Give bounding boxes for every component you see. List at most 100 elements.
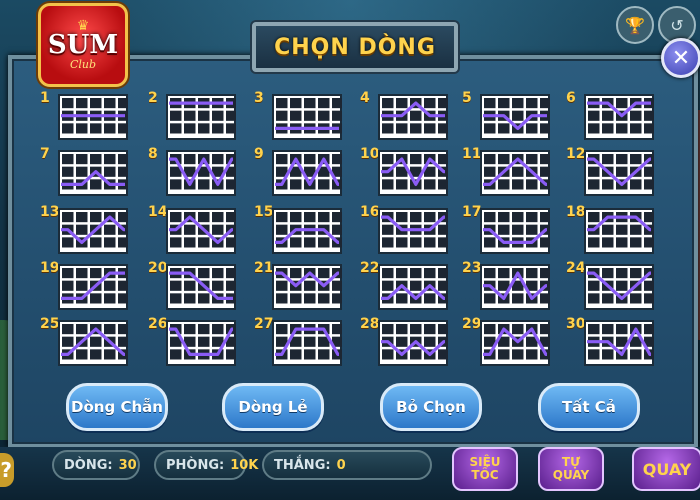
payline-27[interactable]: 27	[254, 316, 342, 366]
reel-slot	[602, 224, 614, 235]
reel-slot	[318, 212, 330, 223]
reel-slot	[198, 336, 210, 347]
even-lines-button[interactable]: Dòng Chẵn	[66, 383, 168, 431]
reel-slot	[304, 293, 316, 304]
payline-1[interactable]: 1	[40, 90, 128, 140]
reel-slot	[184, 280, 196, 291]
payline-3[interactable]: 3	[254, 90, 342, 140]
payline-10[interactable]: 10	[360, 146, 448, 196]
payline-13[interactable]: 13	[40, 204, 128, 254]
payline-22[interactable]: 22	[360, 260, 448, 310]
close-button[interactable]: ✕	[661, 38, 700, 78]
payline-card	[166, 94, 236, 140]
payline-19[interactable]: 19	[40, 260, 128, 310]
reel-slot	[382, 224, 394, 235]
reel-slot	[212, 224, 224, 235]
reel-slot	[540, 237, 550, 248]
select-all-button[interactable]: Tất Cả	[538, 383, 640, 431]
reel-slot	[498, 349, 510, 360]
payline-diagram	[584, 208, 654, 254]
payline-2[interactable]: 2	[148, 90, 236, 140]
reel-slot	[62, 237, 74, 248]
payline-8[interactable]: 8	[148, 146, 236, 196]
payline-11[interactable]: 11	[462, 146, 550, 196]
reel-slot	[90, 349, 102, 360]
payline-17[interactable]: 17	[462, 204, 550, 254]
payline-4[interactable]: 4	[360, 90, 448, 140]
reel-slot	[184, 324, 196, 335]
reel-slot	[382, 123, 394, 134]
trophy-icon[interactable]: 🏆	[616, 6, 654, 44]
payline-6[interactable]: 6	[566, 90, 654, 140]
reel-slot	[410, 110, 422, 121]
payline-diagram	[378, 264, 448, 310]
payline-7[interactable]: 7	[40, 146, 128, 196]
reel-slot	[212, 268, 224, 279]
payline-card	[584, 208, 654, 254]
reel-slot	[198, 179, 210, 190]
payline-card	[378, 320, 448, 366]
reel-slot	[332, 154, 342, 165]
payline-29[interactable]: 29	[462, 316, 550, 366]
payline-26[interactable]: 26	[148, 316, 236, 366]
payline-15[interactable]: 15	[254, 204, 342, 254]
payline-diagram	[272, 264, 342, 310]
payline-diagram	[584, 320, 654, 366]
payline-24[interactable]: 24	[566, 260, 654, 310]
spin-button[interactable]: QUAY	[632, 447, 700, 491]
payline-20[interactable]: 20	[148, 260, 236, 310]
odd-lines-button[interactable]: Dòng Lẻ	[222, 383, 324, 431]
turbo-button[interactable]: SIÊU TỐC	[452, 447, 518, 491]
deselect-button[interactable]: Bỏ Chọn	[380, 383, 482, 431]
reel-slot	[602, 268, 614, 279]
reel-slot	[410, 212, 422, 223]
payline-30[interactable]: 30	[566, 316, 654, 366]
payline-card	[272, 320, 342, 366]
reel-slot	[118, 237, 128, 248]
reel-slot	[90, 98, 102, 109]
reel-slot	[438, 324, 448, 335]
reel-slot	[588, 293, 600, 304]
reel-slot	[318, 110, 330, 121]
reel-slot	[526, 224, 538, 235]
reel-slot	[424, 336, 436, 347]
reel-slot	[90, 336, 102, 347]
payline-card	[584, 320, 654, 366]
payline-28[interactable]: 28	[360, 316, 448, 366]
payline-21[interactable]: 21	[254, 260, 342, 310]
reel-slot	[396, 179, 408, 190]
reel-slot	[630, 268, 642, 279]
reel-slot	[630, 179, 642, 190]
reel-slot	[90, 154, 102, 165]
reel-slot	[424, 268, 436, 279]
payline-card	[480, 264, 550, 310]
payline-9[interactable]: 9	[254, 146, 342, 196]
payline-23[interactable]: 23	[462, 260, 550, 310]
reel-slot	[290, 98, 302, 109]
payline-diagram	[272, 208, 342, 254]
help-button[interactable]: ?	[0, 453, 14, 487]
payline-12[interactable]: 12	[566, 146, 654, 196]
payline-25[interactable]: 25	[40, 316, 128, 366]
reel-slot	[396, 324, 408, 335]
payline-number: 26	[148, 316, 168, 332]
reel-slot	[318, 293, 330, 304]
reel-slot	[62, 98, 74, 109]
reel-slot	[630, 154, 642, 165]
payline-18[interactable]: 18	[566, 204, 654, 254]
lines-stat[interactable]: DÒNG: 30	[52, 450, 140, 480]
payline-14[interactable]: 14	[148, 204, 236, 254]
reel-slot	[396, 336, 408, 347]
reel-slot	[512, 293, 524, 304]
payline-5[interactable]: 5	[462, 90, 550, 140]
reel-slot	[276, 293, 288, 304]
auto-spin-button[interactable]: TỰ QUAY	[538, 447, 604, 491]
payline-number: 25	[40, 316, 60, 332]
spin-label: QUAY	[642, 459, 692, 479]
reel-slot	[212, 123, 224, 134]
room-stat[interactable]: PHÒNG: 10K	[154, 450, 258, 480]
reel-slot	[484, 166, 496, 177]
reel-slot	[484, 98, 496, 109]
payline-16[interactable]: 16	[360, 204, 448, 254]
payline-diagram	[480, 320, 550, 366]
